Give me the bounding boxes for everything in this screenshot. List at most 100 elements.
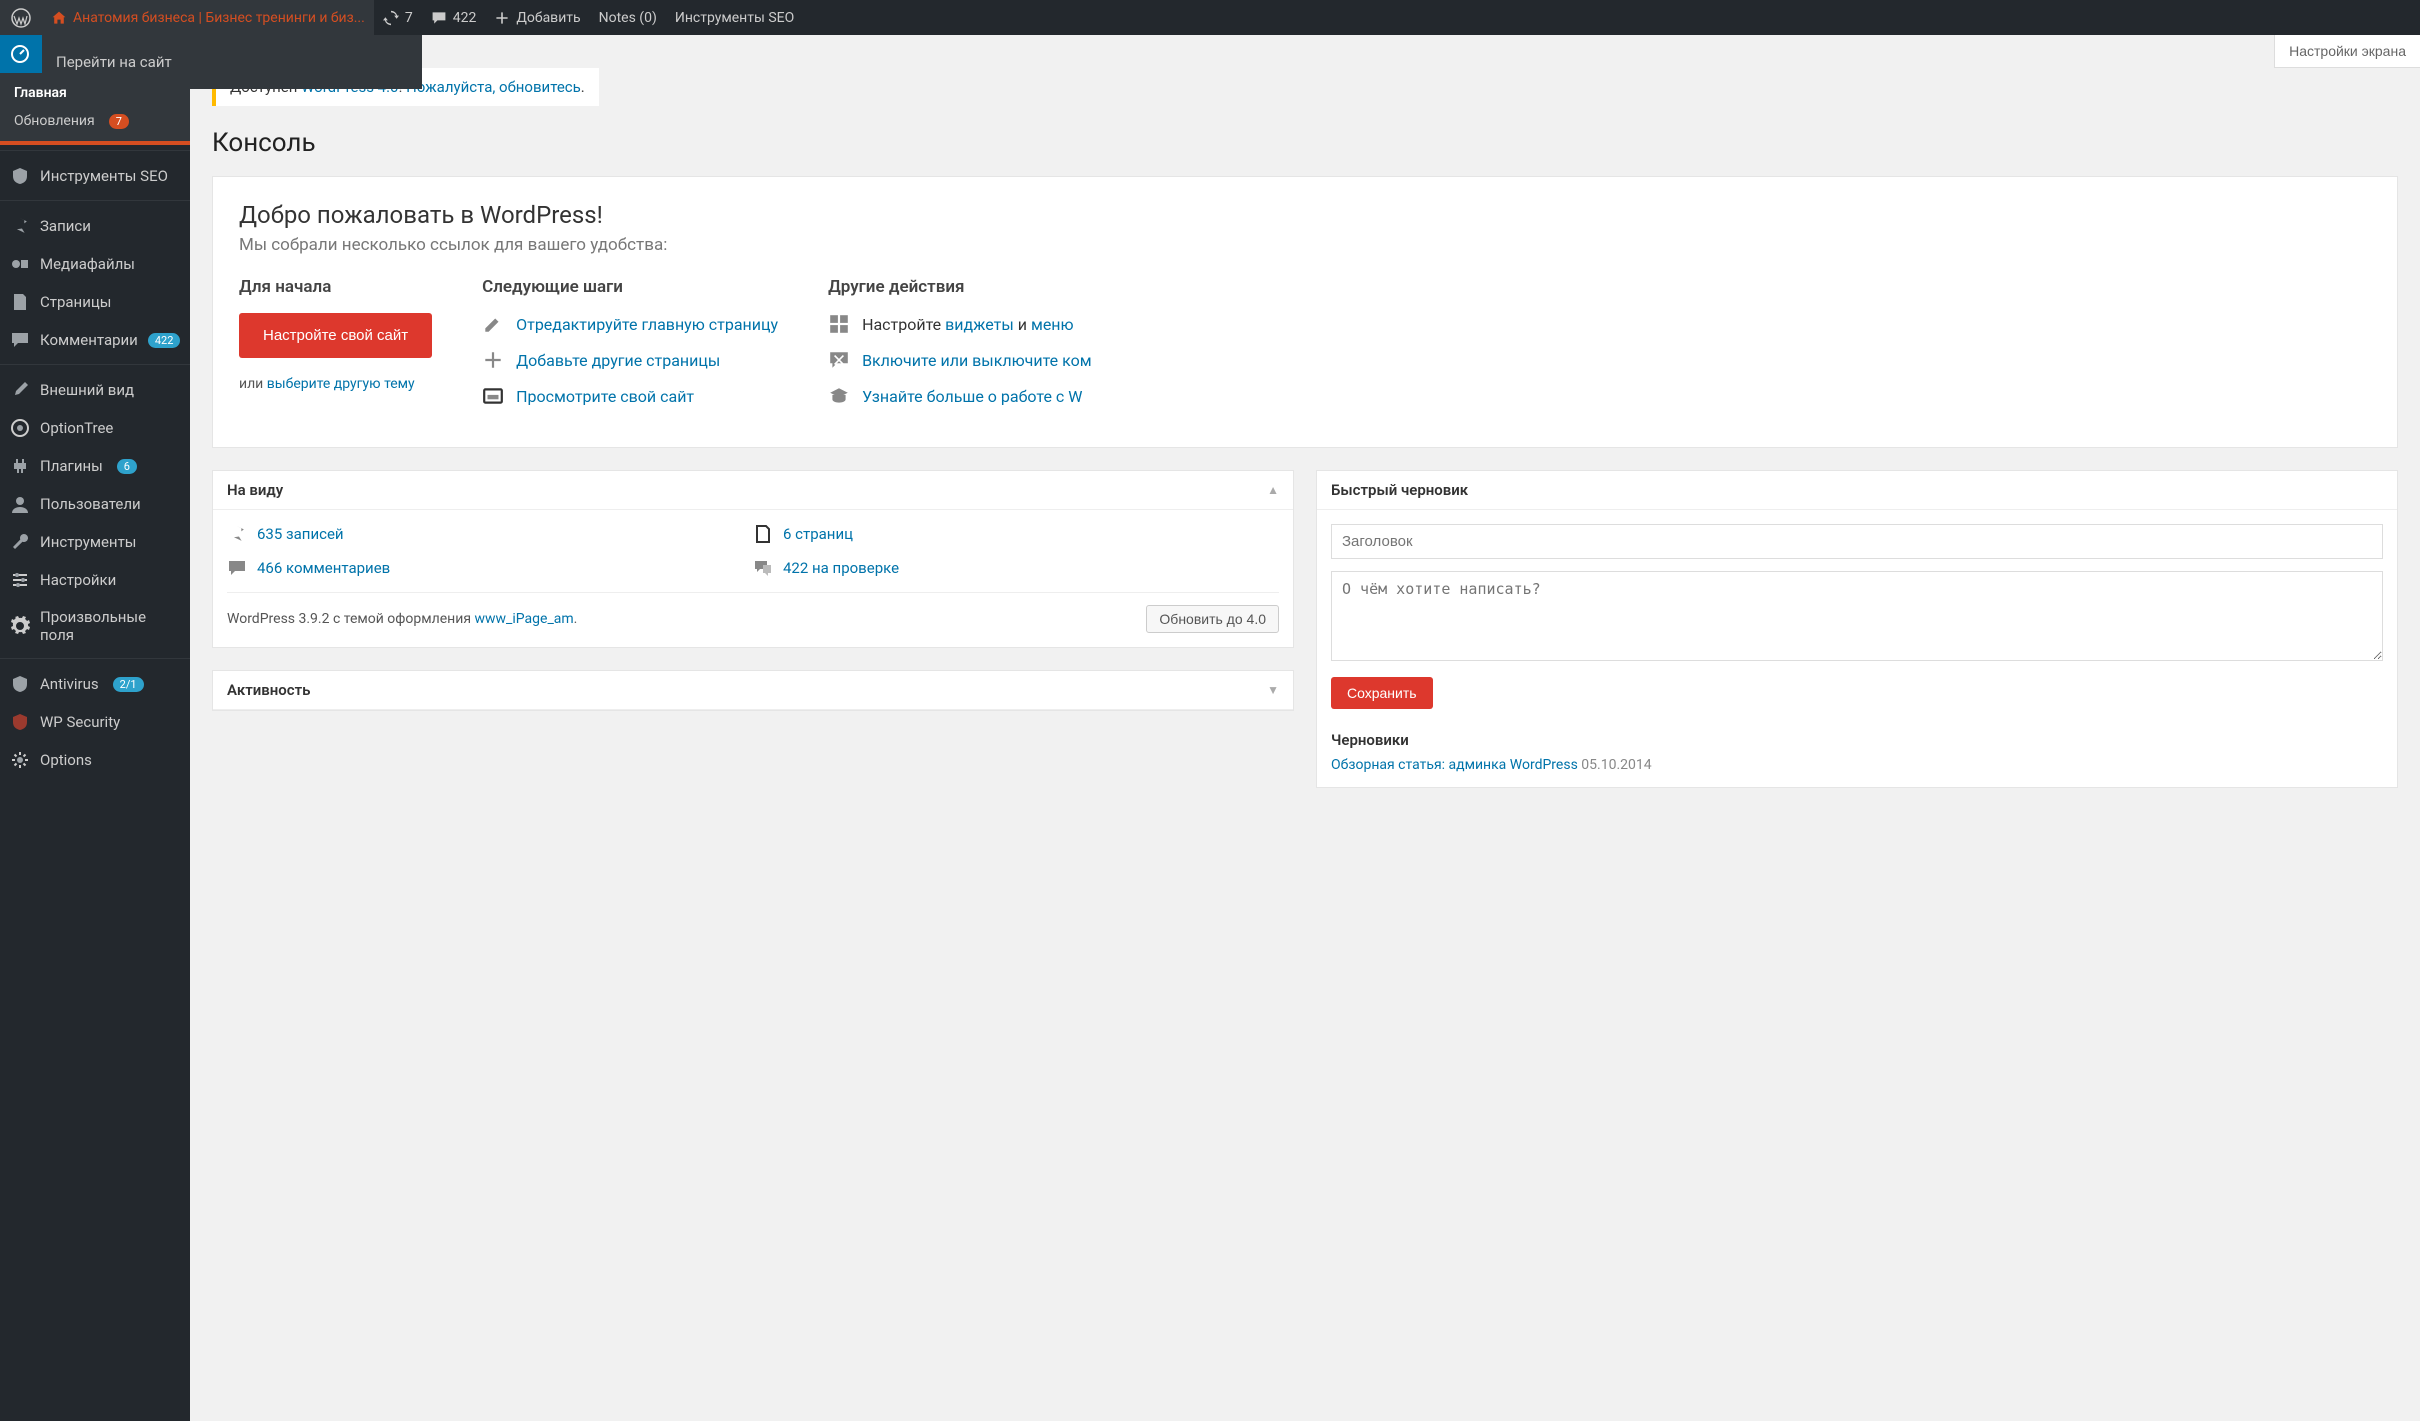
quick-draft-box: Быстрый черновик Сохранить Черновики Обз… xyxy=(1316,470,2398,788)
drafts-heading: Черновики xyxy=(1331,731,2383,749)
update-icon xyxy=(383,10,399,26)
media-icon xyxy=(10,254,30,274)
plugin-icon xyxy=(10,456,30,476)
plus-icon xyxy=(482,349,504,371)
gear-icon xyxy=(10,616,30,636)
moderation-icon xyxy=(753,558,773,578)
at-a-glance-header[interactable]: На виду ▲ xyxy=(213,471,1293,510)
site-name-text: Анатомия бизнеса | Бизнес тренинги и биз… xyxy=(73,10,365,26)
visit-site-link[interactable]: Перейти на сайт xyxy=(42,45,422,79)
comment-icon xyxy=(431,10,447,26)
welcome-sub: Мы собрали несколько ссылок для вашего у… xyxy=(239,235,2371,255)
menu-tools[interactable]: Инструменты xyxy=(0,523,190,561)
comment-icon xyxy=(10,330,30,350)
gear-icon xyxy=(10,750,30,770)
admin-bar: Анатомия бизнеса | Бизнес тренинги и биз… xyxy=(0,0,2420,35)
shield-icon xyxy=(10,166,30,186)
page-title: Консоль xyxy=(212,128,2398,158)
menu-options[interactable]: Options xyxy=(0,741,190,779)
widgets-icon xyxy=(828,313,850,335)
page-icon xyxy=(753,524,773,544)
toggle-comments-link[interactable]: Включите или выключите ком xyxy=(862,351,1092,370)
welcome-heading: Добро пожаловать в WordPress! xyxy=(239,201,2371,229)
notes-link[interactable]: Notes (0) xyxy=(590,0,666,35)
draft-item: Обзорная статья: админка WordPress 05.10… xyxy=(1331,757,2383,773)
site-name[interactable]: Анатомия бизнеса | Бизнес тренинги и биз… xyxy=(42,0,374,35)
theme-link[interactable]: www_iPage_am xyxy=(475,611,574,627)
draft-title-input[interactable] xyxy=(1331,524,2383,559)
separator xyxy=(0,359,190,365)
add-pages-link[interactable]: Добавьте другие страницы xyxy=(516,351,720,370)
security-icon xyxy=(10,712,30,732)
updates-indicator[interactable]: 7 xyxy=(374,0,422,35)
seo-tools-link[interactable]: Инструменты SEO xyxy=(666,0,803,35)
at-a-glance-box: На виду ▲ 635 записей 6 страниц 466 комм… xyxy=(212,470,1294,648)
menu-plugins[interactable]: Плагины 6 xyxy=(0,447,190,485)
plugins-badge: 6 xyxy=(117,459,137,474)
page-icon xyxy=(10,292,30,312)
comments-indicator[interactable]: 422 xyxy=(422,0,486,35)
submenu-updates[interactable]: Обновления 7 xyxy=(0,107,190,135)
learn-more-link[interactable]: Узнайте больше о работе с W xyxy=(862,387,1082,406)
site-dropdown: Перейти на сайт xyxy=(42,35,422,89)
menu-users[interactable]: Пользователи xyxy=(0,485,190,523)
activity-box: Активность ▼ xyxy=(212,670,1294,711)
main-content: Настройки экрана Доступен WordPress 4.0!… xyxy=(190,0,2420,832)
screen-options-button[interactable]: Настройки экрана xyxy=(2274,35,2420,68)
quick-draft-header[interactable]: Быстрый черновик xyxy=(1317,471,2397,510)
separator xyxy=(0,653,190,659)
wrench-icon xyxy=(10,532,30,552)
menu-custom-fields[interactable]: Произвольные поля xyxy=(0,599,190,653)
comment-icon xyxy=(227,558,247,578)
welcome-col-next: Следующие шаги Отредактируйте главную ст… xyxy=(482,277,778,421)
menu-comments[interactable]: Комментарии422 xyxy=(0,321,190,359)
updates-badge: 7 xyxy=(109,114,129,129)
comments-badge: 422 xyxy=(148,333,181,348)
activity-header[interactable]: Активность ▼ xyxy=(213,671,1293,710)
wp-logo[interactable] xyxy=(0,0,42,35)
widgets-link[interactable]: виджеты xyxy=(945,315,1014,334)
menu-pages[interactable]: Страницы xyxy=(0,283,190,321)
collapse-icon[interactable]: ▼ xyxy=(1267,683,1279,697)
menu-antivirus[interactable]: Antivirus 2/1 xyxy=(0,665,190,703)
menu-wpsecurity[interactable]: WP Security xyxy=(0,703,190,741)
draft-link[interactable]: Обзорная статья: админка WordPress xyxy=(1331,757,1578,773)
update-core-button[interactable]: Обновить до 4.0 xyxy=(1146,605,1279,633)
user-icon xyxy=(10,494,30,514)
please-update-link[interactable]: Пожалуйста, обновитесь xyxy=(406,78,581,96)
menu-media[interactable]: Медиафайлы xyxy=(0,245,190,283)
save-draft-button[interactable]: Сохранить xyxy=(1331,677,1433,709)
moderation-link[interactable]: 422 на проверке xyxy=(783,559,899,577)
posts-count-link[interactable]: 635 записей xyxy=(257,525,344,543)
draft-date: 05.10.2014 xyxy=(1581,757,1651,773)
draft-content-input[interactable] xyxy=(1331,571,2383,661)
menus-link[interactable]: меню xyxy=(1031,315,1074,334)
add-new-label: Добавить xyxy=(516,10,580,26)
menu-posts[interactable]: Записи xyxy=(0,207,190,245)
collapse-icon[interactable]: ▲ xyxy=(1267,483,1279,497)
brush-icon xyxy=(10,380,30,400)
welcome-col-start: Для начала Настройте свой сайт или выбер… xyxy=(239,277,432,421)
menu-seo[interactable]: Инструменты SEO xyxy=(0,157,190,195)
view-icon xyxy=(482,385,504,407)
separator xyxy=(0,195,190,201)
pin-icon xyxy=(227,524,247,544)
add-new[interactable]: Добавить xyxy=(485,0,589,35)
updates-count: 7 xyxy=(405,10,413,26)
comments-count-link[interactable]: 466 комментариев xyxy=(257,559,390,577)
pages-count-link[interactable]: 6 страниц xyxy=(783,525,853,543)
shield-icon xyxy=(10,674,30,694)
sliders-icon xyxy=(10,570,30,590)
edit-front-page-link[interactable]: Отредактируйте главную страницу xyxy=(516,315,778,334)
menu-appearance[interactable]: Внешний вид xyxy=(0,371,190,409)
menu-settings[interactable]: Настройки xyxy=(0,561,190,599)
pin-icon xyxy=(10,216,30,236)
home-icon xyxy=(51,10,67,26)
customize-site-button[interactable]: Настройте свой сайт xyxy=(239,313,432,358)
welcome-panel: Добро пожаловать в WordPress! Мы собрали… xyxy=(212,176,2398,448)
view-site-link[interactable]: Просмотрите свой сайт xyxy=(516,387,694,406)
choose-theme-link[interactable]: выберите другую тему xyxy=(267,376,415,392)
menu-optiontree[interactable]: OptionTree xyxy=(0,409,190,447)
wordpress-icon xyxy=(11,8,31,28)
comments-count: 422 xyxy=(453,10,477,26)
